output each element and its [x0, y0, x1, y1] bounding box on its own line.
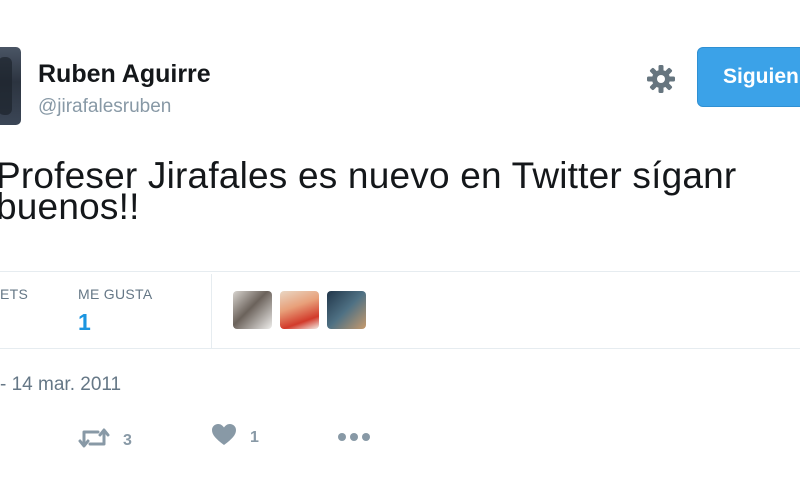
tweet-text-line: buenos!!	[0, 186, 140, 227]
liker-avatar[interactable]	[280, 291, 319, 329]
more-button[interactable]	[337, 430, 371, 448]
retweet-count: 3	[123, 431, 132, 449]
divider	[0, 271, 800, 272]
retweet-button[interactable]: 3	[78, 423, 132, 458]
liker-avatar[interactable]	[233, 291, 272, 329]
follow-button[interactable]: Siguien	[697, 47, 800, 107]
gear-icon[interactable]	[644, 62, 678, 96]
tweet-timestamp[interactable]: - 14 mar. 2011	[0, 374, 121, 396]
like-count: 1	[250, 428, 259, 446]
display-name[interactable]: Ruben Aguirre	[38, 60, 211, 89]
avatar[interactable]	[0, 47, 21, 125]
retweet-icon	[78, 423, 110, 458]
liker-avatar[interactable]	[327, 291, 366, 329]
more-icon	[337, 430, 371, 448]
username-handle[interactable]: @jirafalesruben	[38, 96, 171, 118]
heart-icon	[211, 423, 237, 452]
likes-count[interactable]: 1	[78, 309, 91, 336]
stats-separator	[211, 274, 212, 348]
like-button[interactable]: 1	[211, 423, 259, 452]
retweets-label[interactable]: ETS	[0, 286, 28, 302]
likes-label[interactable]: ME GUSTA	[78, 286, 152, 302]
divider	[0, 348, 800, 349]
